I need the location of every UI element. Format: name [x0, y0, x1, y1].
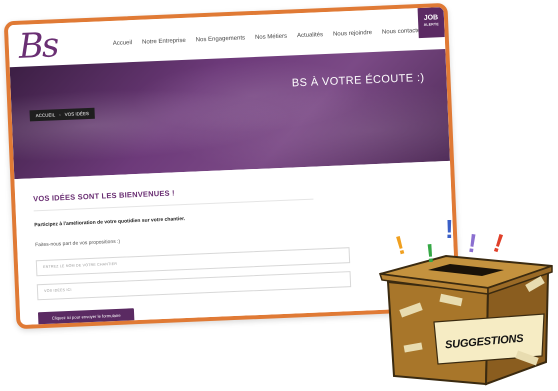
nav-item-contacter[interactable]: Nous contacter: [382, 28, 423, 36]
ideas-field[interactable]: VOS IDÉES ICI: [36, 271, 352, 301]
breadcrumb-separator: ›: [59, 112, 61, 118]
job-badge-subtext: ALERTE: [423, 22, 439, 27]
intro-bold-text: Participez à l'amélioration de votre quo…: [34, 216, 186, 229]
breadcrumb-current: VOS IDÉES: [64, 110, 90, 117]
job-badge-text: JOB: [423, 14, 439, 22]
suggestion-box-illustration: ! ! ! ! ! SUGGESTIONS: [376, 214, 556, 386]
nav-item-accueil[interactable]: Accueil: [113, 40, 133, 47]
job-alert-button[interactable]: JOB ALERTE: [417, 7, 445, 39]
chantier-name-field[interactable]: ENTREZ LE NOM DE VOTRE CHANTIER: [35, 247, 351, 277]
nav-item-metiers[interactable]: Nos Métiers: [255, 34, 287, 41]
nav-item-rejoindre[interactable]: Nous rejoindre: [333, 30, 372, 38]
site-logo[interactable]: Bs: [18, 25, 58, 67]
nav-item-actualites[interactable]: Actualités: [297, 32, 323, 39]
page-heading: VOS IDÉES SONT LES BIENVENUES !: [33, 188, 175, 204]
exclamation-icon-blue: !: [445, 214, 454, 244]
nav-item-engagements[interactable]: Nos Engagements: [196, 35, 246, 43]
ideas-placeholder: VOS IDÉES ICI: [43, 287, 72, 293]
intro-text: Faites-nous part de vos propositions :): [35, 238, 121, 249]
nav-item-entreprise[interactable]: Notre Entreprise: [142, 38, 186, 46]
main-nav: Accueil Notre Entreprise Nos Engagements…: [113, 28, 423, 47]
submit-button[interactable]: Cliquez ici pour envoyer le formulaire: [37, 308, 135, 326]
hero-banner: ACCUEIL › VOS IDÉES BS À VOTRE ÉCOUTE :): [9, 48, 450, 180]
breadcrumb-home[interactable]: ACCUEIL: [36, 112, 56, 118]
chantier-name-placeholder: ENTREZ LE NOM DE VOTRE CHANTIER: [42, 261, 118, 269]
